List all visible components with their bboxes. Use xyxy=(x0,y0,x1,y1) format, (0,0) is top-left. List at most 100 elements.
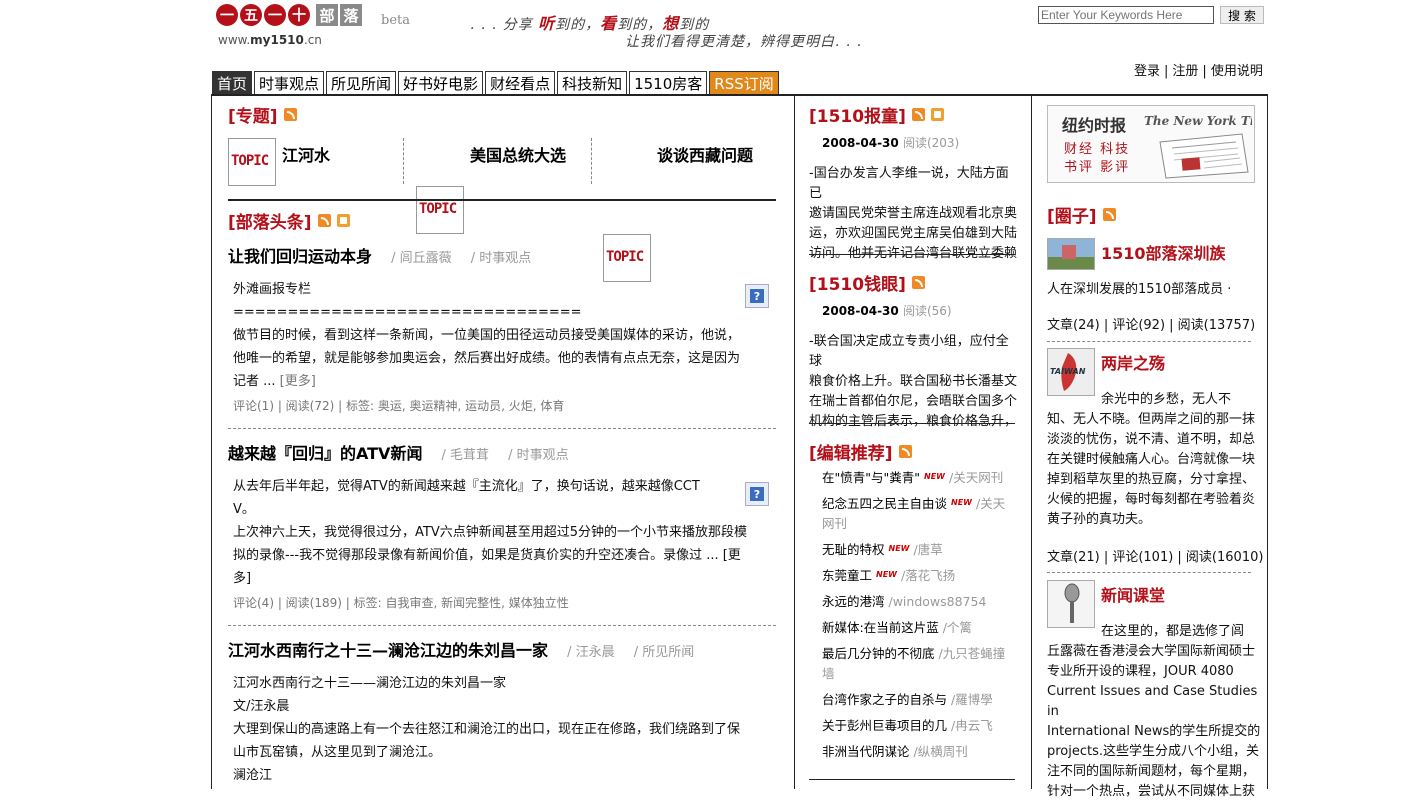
report-body[interactable]: -国台办发言人李维一说，大陆方面已 邀请国民党荣誉主席连战观看北京奥 运，亦欢迎… xyxy=(809,164,1021,264)
microphone-icon[interactable] xyxy=(1047,580,1095,628)
help-link[interactable]: 使用说明 xyxy=(1211,64,1263,79)
editor-heading-link[interactable]: [编辑推荐] xyxy=(809,439,893,464)
rss-icon[interactable] xyxy=(911,108,925,121)
subscribe-icon[interactable] xyxy=(930,108,944,121)
rss-icon[interactable] xyxy=(898,445,912,458)
nyt-banner[interactable]: 纽约时报 The New York Times 财经 科技 书评 影评 xyxy=(1047,105,1255,183)
list-item[interactable]: 纪念五四之民主自由谈 NEW/关天网刊 xyxy=(822,494,1017,534)
article-author[interactable]: / 闾丘露薇 xyxy=(391,251,452,266)
nyt-logo: The New York Times xyxy=(1144,114,1252,128)
headlines-heading-link[interactable]: [部落头条] xyxy=(228,208,312,233)
topic-link[interactable]: 谈谈西藏问题 xyxy=(657,142,753,166)
list-item[interactable]: 非洲当代阴谋论 /纵横周刊 xyxy=(822,742,1017,762)
group-thumbnail[interactable] xyxy=(1047,238,1095,270)
topic-image[interactable]: TOPIC xyxy=(416,186,464,234)
nyt-link[interactable]: 书评 xyxy=(1064,160,1094,175)
article-divider xyxy=(228,625,776,626)
report-line: 运，亦欢迎国民党主席吴伯雄到大陆 xyxy=(809,226,1018,241)
tab-books-movies[interactable]: 好书好电影 xyxy=(398,71,484,94)
group-desc-line: International News的学生所提交的 xyxy=(1047,724,1261,739)
topic-image-text: TOPIC xyxy=(231,153,269,169)
rec-source: /落花飞扬 xyxy=(901,568,956,583)
topic-image[interactable]: TOPIC xyxy=(228,138,276,186)
group-stats: 文章(24) | 评论(92) | 阅读(13757) xyxy=(1047,318,1256,333)
list-item[interactable]: 永远的港湾 /windows88754 xyxy=(822,592,1017,612)
article-category[interactable]: / 时事观点 xyxy=(471,251,532,266)
rss-icon[interactable] xyxy=(317,214,331,227)
tab-home[interactable]: 首页 xyxy=(212,71,253,94)
article-title[interactable]: 让我们回归运动本身 xyxy=(228,247,372,266)
section-divider xyxy=(809,423,1015,424)
new-badge: NEW xyxy=(924,472,945,481)
search-button[interactable]: 搜 索 xyxy=(1220,6,1264,24)
rec-title: 在"愤青"与"粪青" xyxy=(822,470,920,485)
tab-tenants[interactable]: 1510房客 xyxy=(629,71,708,94)
money-body[interactable]: -联合国决定成立专责小组，应付全球 粮食价格上升。联合国秘书长潘基文 在瑞士首都… xyxy=(809,332,1021,432)
login-link[interactable]: 登录 xyxy=(1134,64,1160,79)
register-link[interactable]: 注册 xyxy=(1172,64,1198,79)
new-badge: NEW xyxy=(951,498,972,507)
topics-heading-link[interactable]: [专题] xyxy=(228,102,278,127)
list-item[interactable]: 无耻的特权 NEW/唐草 xyxy=(822,540,1017,560)
group-title[interactable]: 1510部落深圳族 xyxy=(1101,240,1226,264)
circles-heading-link[interactable]: [圈子] xyxy=(1047,202,1097,227)
logo-char: 五 xyxy=(240,4,262,26)
article-stats: 评论(1) | 阅读(72) | 标签: 奥运, 奥运精神, 运动员, 火炬, … xyxy=(233,399,565,413)
nyt-links-row2: 书评 影评 xyxy=(1064,156,1130,175)
article-category[interactable]: / 时事观点 xyxy=(508,448,569,463)
subscribe-icon[interactable] xyxy=(336,214,350,227)
editor-heading: [编辑推荐] xyxy=(809,439,912,464)
list-item[interactable]: 关于彭州巨毒项目的几 /冉云飞 xyxy=(822,716,1017,736)
group-desc-line: 掉到稻草灰里的热豆腐，分寸拿捏、 xyxy=(1047,472,1256,487)
topic-link[interactable]: 美国总统大选 xyxy=(470,142,566,166)
report-line: -国台办发言人李维一说，大陆方面已 xyxy=(809,166,1009,201)
article-author[interactable]: / 毛茸茸 xyxy=(442,448,490,463)
article-line: 外滩画报专栏 xyxy=(233,282,312,297)
group-title[interactable]: 新闻课堂 xyxy=(1101,582,1165,606)
article-author[interactable]: / 汪永晨 xyxy=(567,645,615,660)
logo-url: www.my1510.cn xyxy=(218,33,322,47)
nyt-link[interactable]: 财经 xyxy=(1064,142,1094,157)
group-divider xyxy=(1047,341,1251,342)
rec-title: 非洲当代阴谋论 xyxy=(822,744,910,759)
search-input[interactable] xyxy=(1038,6,1214,24)
tab-current-affairs[interactable]: 时事观点 xyxy=(254,71,325,94)
group-stats: 文章(21) | 评论(101) | 阅读(16010) xyxy=(1047,550,1264,565)
list-item[interactable]: 新媒体:在当前这片蓝 /个篱 xyxy=(822,618,1017,638)
money-heading-link[interactable]: [1510钱眼] xyxy=(809,270,906,295)
article: 让我们回归运动本身 / 闾丘露薇 / 时事观点 xyxy=(228,243,778,267)
list-item[interactable]: 最后几分钟的不彻底 /九只苍蝇撞墙 xyxy=(822,644,1017,684)
topic-link[interactable]: 江河水 xyxy=(282,142,330,166)
tab-observations[interactable]: 所见所闻 xyxy=(326,71,397,94)
rss-icon[interactable] xyxy=(283,108,297,121)
slogan-text: . . . 分享 xyxy=(470,17,539,33)
tab-rss[interactable]: RSS订阅 xyxy=(709,71,779,94)
group-thumbnail[interactable]: TAIWAN xyxy=(1047,348,1095,396)
slogan-keyword: 听 xyxy=(538,14,556,33)
list-item[interactable]: 东莞童工 NEW/落花飞扬 xyxy=(822,566,1017,586)
more-link[interactable]: [更多] xyxy=(280,374,316,389)
article-category[interactable]: / 所见所闻 xyxy=(634,645,695,660)
rec-title: 关于彭州巨毒项目的几 xyxy=(822,718,948,733)
group-desc-line: 淡淡的忧伤，说不清、道不明，却总 xyxy=(1047,432,1256,447)
article-title[interactable]: 江河水西南行之十三—澜沧江边的朱刘昌一家 xyxy=(228,641,548,660)
reports-heading-link[interactable]: [1510报童] xyxy=(809,102,906,127)
site-logo[interactable]: 一 五 一 十 部 落 xyxy=(216,4,362,26)
list-item[interactable]: 在"愤青"与"粪青" NEW/关天网刊 xyxy=(822,468,1017,488)
report-line: 邀请国民党荣誉主席连战观看北京奥 xyxy=(809,206,1018,221)
rss-icon[interactable] xyxy=(911,276,925,289)
topic-separator xyxy=(591,138,592,184)
group-title[interactable]: 两岸之殇 xyxy=(1101,350,1165,374)
tab-finance[interactable]: 财经看点 xyxy=(485,71,556,94)
article-title[interactable]: 越来越『回归』的ATV新闻 xyxy=(228,444,422,463)
tab-tech[interactable]: 科技新知 xyxy=(557,71,628,94)
rss-icon[interactable] xyxy=(1102,208,1116,221)
topic-separator xyxy=(403,138,404,184)
nyt-link[interactable]: 影评 xyxy=(1100,160,1130,175)
section-divider xyxy=(809,254,1015,255)
nyt-link[interactable]: 科技 xyxy=(1100,142,1130,157)
rec-source: /关天网刊 xyxy=(948,470,1004,485)
article-body: 江河水西南行之十三——澜沧江边的朱刘昌一家 文/汪永晨 大理到保山的高速路上有一… xyxy=(233,672,778,787)
rec-title: 台湾作家之子的自杀与 xyxy=(822,692,948,707)
list-item[interactable]: 台湾作家之子的自杀与 /羅博學 xyxy=(822,690,1017,710)
